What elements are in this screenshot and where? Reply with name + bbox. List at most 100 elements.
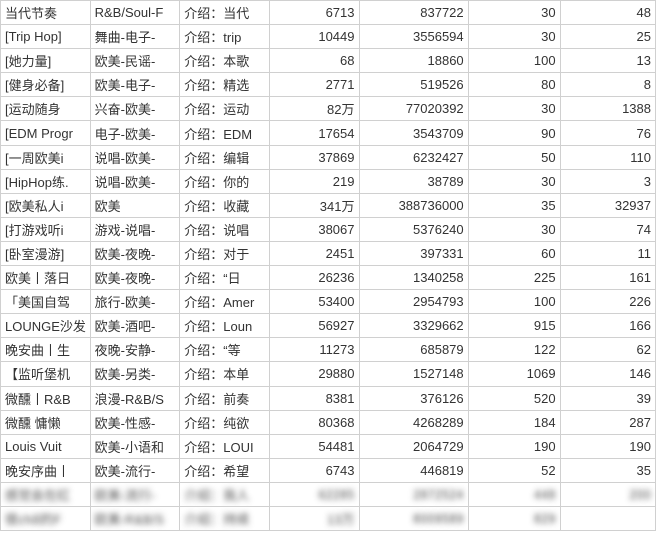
cell-c4[interactable]: 837722 (359, 1, 468, 25)
cell-c4[interactable]: 397331 (359, 241, 468, 265)
cell-c3[interactable]: 82万 (269, 97, 359, 121)
cell-c6[interactable]: 190 (560, 434, 655, 458)
cell-c2[interactable]: 介绍：精选 (180, 73, 270, 97)
cell-c0[interactable]: Louis Vuit (1, 434, 91, 458)
cell-c0[interactable]: [卧室漫游] (1, 241, 91, 265)
cell-c2[interactable]: 介绍：Loun (180, 314, 270, 338)
cell-c4[interactable]: 3556594 (359, 25, 468, 49)
cell-c5[interactable]: 915 (468, 314, 560, 338)
cell-c3[interactable]: 80368 (269, 410, 359, 434)
cell-c2[interactable]: 介绍：“日 (180, 266, 270, 290)
cell-c1[interactable]: 欧美-R&B/S (90, 506, 180, 530)
cell-c5[interactable]: 100 (468, 290, 560, 314)
cell-c1[interactable]: 游戏-说唱- (90, 217, 180, 241)
cell-c2[interactable]: 介绍：说唱 (180, 217, 270, 241)
cell-c5[interactable]: 122 (468, 338, 560, 362)
cell-c0[interactable]: 晚安序曲丨 (1, 458, 91, 482)
cell-c2[interactable]: 介绍：希望 (180, 458, 270, 482)
cell-c0[interactable]: 感觉会在红 (1, 482, 91, 506)
cell-c2[interactable]: 介绍：纯欲 (180, 410, 270, 434)
cell-c1[interactable]: 欧美 (90, 193, 180, 217)
cell-c2[interactable]: 介绍：你的 (180, 169, 270, 193)
cell-c3[interactable]: 56927 (269, 314, 359, 338)
cell-c2[interactable]: 介绍：前奏 (180, 386, 270, 410)
cell-c1[interactable]: 欧美-另类- (90, 362, 180, 386)
cell-c4[interactable]: 77020392 (359, 97, 468, 121)
cell-c2[interactable]: 介绍：当代 (180, 1, 270, 25)
cell-c3[interactable]: 10449 (269, 25, 359, 49)
cell-c4[interactable]: 3543709 (359, 121, 468, 145)
cell-c2[interactable]: 介绍：编辑 (180, 145, 270, 169)
cell-c5[interactable]: 50 (468, 145, 560, 169)
cell-c6[interactable]: 161 (560, 266, 655, 290)
cell-c0[interactable]: [打游戏听i (1, 217, 91, 241)
cell-c5[interactable]: 52 (468, 458, 560, 482)
cell-c6[interactable]: 32937 (560, 193, 655, 217)
cell-c1[interactable]: 欧美-流行- (90, 482, 180, 506)
cell-c3[interactable]: 62285 (269, 482, 359, 506)
cell-c2[interactable]: 介绍：对于 (180, 241, 270, 265)
cell-c3[interactable]: 8381 (269, 386, 359, 410)
cell-c4[interactable]: 2954793 (359, 290, 468, 314)
cell-c0[interactable]: [Trip Hop] (1, 25, 91, 49)
cell-c4[interactable]: 18860 (359, 49, 468, 73)
cell-c0[interactable]: 很chill的F (1, 506, 91, 530)
cell-c4[interactable]: 8009589 (359, 506, 468, 530)
cell-c2[interactable]: 介绍：本单 (180, 362, 270, 386)
cell-c4[interactable]: 1340258 (359, 266, 468, 290)
cell-c6[interactable]: 35 (560, 458, 655, 482)
cell-c4[interactable]: 685879 (359, 338, 468, 362)
cell-c5[interactable]: 225 (468, 266, 560, 290)
cell-c6[interactable]: 3 (560, 169, 655, 193)
cell-c2[interactable]: 介绍：LOUI (180, 434, 270, 458)
cell-c1[interactable]: 欧美-电子- (90, 73, 180, 97)
cell-c1[interactable]: 欧美-夜晚- (90, 241, 180, 265)
cell-c2[interactable]: 介绍：我人 (180, 482, 270, 506)
cell-c0[interactable]: [欧美私人i (1, 193, 91, 217)
cell-c5[interactable]: 829 (468, 506, 560, 530)
cell-c3[interactable]: 53400 (269, 290, 359, 314)
cell-c3[interactable]: 13万 (269, 506, 359, 530)
cell-c5[interactable]: 30 (468, 169, 560, 193)
cell-c6[interactable]: 287 (560, 410, 655, 434)
cell-c0[interactable]: 当代节奏 (1, 1, 91, 25)
cell-c0[interactable]: [运动随身 (1, 97, 91, 121)
cell-c3[interactable]: 26236 (269, 266, 359, 290)
cell-c4[interactable]: 376126 (359, 386, 468, 410)
cell-c5[interactable]: 448 (468, 482, 560, 506)
cell-c2[interactable]: 介绍：“等 (180, 338, 270, 362)
cell-c6[interactable]: 11 (560, 241, 655, 265)
cell-c2[interactable]: 介绍：trip (180, 25, 270, 49)
cell-c2[interactable]: 介绍：Amer (180, 290, 270, 314)
cell-c5[interactable]: 60 (468, 241, 560, 265)
cell-c1[interactable]: 舞曲-电子- (90, 25, 180, 49)
cell-c6[interactable]: 25 (560, 25, 655, 49)
cell-c1[interactable]: 电子-欧美- (90, 121, 180, 145)
cell-c5[interactable]: 30 (468, 97, 560, 121)
cell-c4[interactable]: 38789 (359, 169, 468, 193)
cell-c6[interactable]: 76 (560, 121, 655, 145)
cell-c6[interactable]: 166 (560, 314, 655, 338)
cell-c1[interactable]: 夜晚-安静- (90, 338, 180, 362)
cell-c4[interactable]: 2064729 (359, 434, 468, 458)
cell-c1[interactable]: 说唱-欧美- (90, 145, 180, 169)
cell-c6[interactable]: 146 (560, 362, 655, 386)
cell-c3[interactable]: 6743 (269, 458, 359, 482)
cell-c4[interactable]: 2872524 (359, 482, 468, 506)
cell-c4[interactable]: 446819 (359, 458, 468, 482)
cell-c6[interactable]: 74 (560, 217, 655, 241)
cell-c4[interactable]: 3329662 (359, 314, 468, 338)
cell-c2[interactable]: 介绍：收藏 (180, 193, 270, 217)
cell-c3[interactable]: 29880 (269, 362, 359, 386)
cell-c1[interactable]: 欧美-民谣- (90, 49, 180, 73)
cell-c5[interactable]: 100 (468, 49, 560, 73)
cell-c3[interactable]: 6713 (269, 1, 359, 25)
cell-c1[interactable]: 欧美-流行- (90, 458, 180, 482)
cell-c6[interactable]: 200 (560, 482, 655, 506)
cell-c1[interactable]: 旅行-欧美- (90, 290, 180, 314)
cell-c6[interactable] (560, 506, 655, 530)
cell-c4[interactable]: 5376240 (359, 217, 468, 241)
cell-c6[interactable]: 39 (560, 386, 655, 410)
cell-c0[interactable]: 微醺丨R&B (1, 386, 91, 410)
cell-c1[interactable]: R&B/Soul-F (90, 1, 180, 25)
